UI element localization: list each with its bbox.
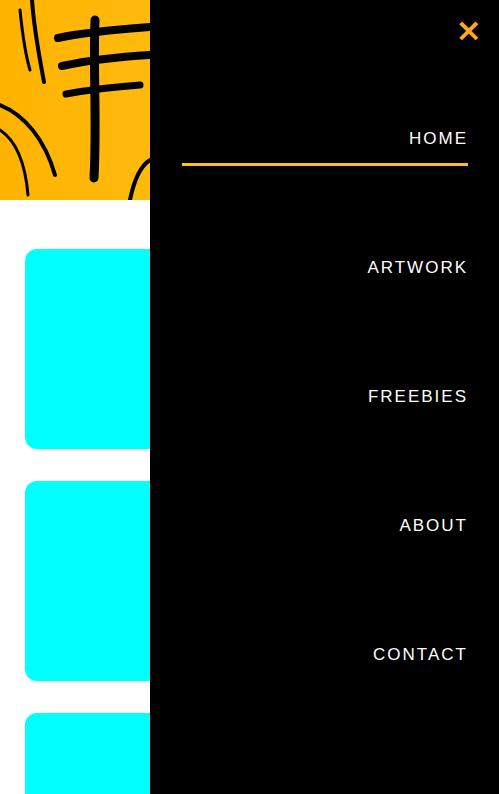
close-button[interactable]: ×	[449, 12, 488, 48]
menu-panel: × HOME ARTWORK FREEBIES ABOUT CONTACT	[150, 0, 499, 794]
close-row: ×	[182, 0, 468, 76]
menu-link[interactable]: HOME	[182, 115, 468, 166]
menu-item: CONTACT	[182, 592, 468, 721]
menu-link[interactable]: ARTWORK	[182, 244, 468, 295]
menu-link[interactable]: ABOUT	[182, 502, 468, 553]
menu-item: FREEBIES	[182, 334, 468, 463]
menu-item: HOME	[182, 76, 468, 205]
logo-icon	[0, 0, 150, 200]
menu-link[interactable]: FREEBIES	[182, 373, 468, 424]
menu-item: ARTWORK	[182, 205, 468, 334]
menu-link[interactable]: CONTACT	[182, 631, 468, 682]
page: × HOME ARTWORK FREEBIES ABOUT CONTACT	[0, 0, 499, 794]
menu-item: ABOUT	[182, 463, 468, 592]
